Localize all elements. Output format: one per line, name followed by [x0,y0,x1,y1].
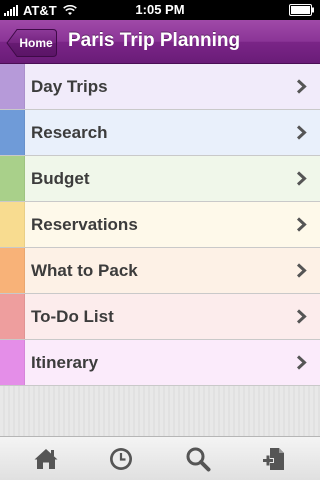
home-tab-button[interactable] [6,437,86,480]
chevron-right-icon [296,355,307,370]
section-list: Day Trips Research Budget Reservations W… [0,64,320,386]
clock-icon [110,448,132,470]
section-color-tab [0,202,25,247]
section-label: Budget [31,169,90,188]
page-title: Paris Trip Planning [68,30,241,51]
recent-tab-button[interactable] [81,437,161,480]
chevron-right-icon [296,263,307,278]
section-color-tab [0,156,25,201]
home-back-label: Home [19,36,53,50]
section-color-tab [0,110,25,155]
navigation-bar: Home Paris Trip Planning [0,20,320,64]
section-label: To-Do List [31,307,114,326]
chevron-right-icon [296,125,307,140]
battery-icon [289,4,314,16]
section-label: Day Trips [31,77,108,96]
section-row[interactable]: Itinerary [0,340,320,386]
section-color-tab [0,294,25,339]
chevron-right-icon [296,217,307,232]
search-tab-button[interactable] [158,437,238,480]
section-label: What to Pack [31,261,138,280]
section-color-tab [0,340,25,385]
status-time: 1:05 PM [135,2,185,17]
section-label: Itinerary [31,353,99,372]
section-row[interactable]: Budget [0,156,320,202]
status-bar: AT&T 1:05 PM [0,0,320,20]
empty-list-area [0,386,320,436]
home-back-button[interactable]: Home [6,28,58,58]
new-page-icon [263,448,284,470]
section-color-tab [0,248,25,293]
section-label: Research [31,123,108,142]
section-row[interactable]: Research [0,110,320,156]
section-label: Reservations [31,215,138,234]
section-row[interactable]: What to Pack [0,248,320,294]
new-page-tab-button[interactable] [234,437,314,480]
search-icon [186,447,211,472]
section-color-tab [0,64,25,109]
section-row[interactable]: To-Do List [0,294,320,340]
bottom-toolbar [0,436,320,480]
section-row[interactable]: Reservations [0,202,320,248]
screen: AT&T 1:05 PM Home Paris Trip Planning Da… [0,0,320,480]
chevron-right-icon [296,171,307,186]
chevron-right-icon [296,79,307,94]
home-icon [34,449,58,469]
section-row[interactable]: Day Trips [0,64,320,110]
chevron-right-icon [296,309,307,324]
